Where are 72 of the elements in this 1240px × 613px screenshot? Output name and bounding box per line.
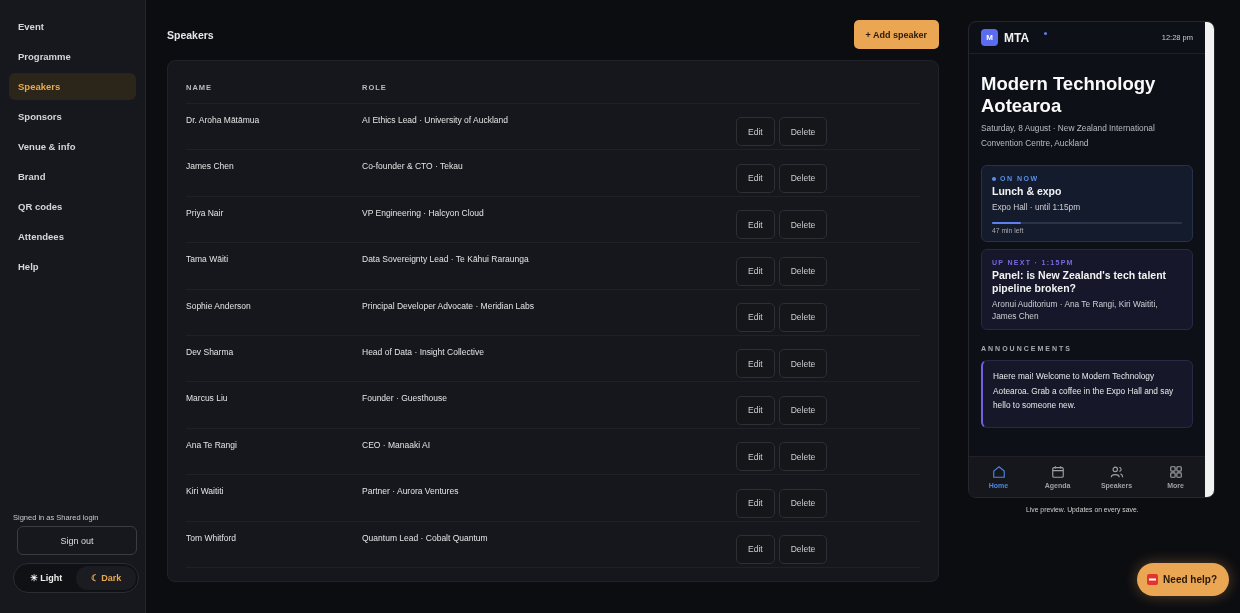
- calendar-icon: [1050, 465, 1065, 479]
- edit-button[interactable]: Edit: [736, 488, 775, 518]
- edit-button[interactable]: Edit: [736, 395, 775, 425]
- table-cell-text: Partner · Aurora Ventures: [362, 485, 460, 499]
- nav-item[interactable]: Help: [9, 253, 136, 280]
- grid-icon: [1168, 465, 1183, 479]
- table-cell-text: VP Engineering · Halcyon Cloud: [362, 206, 485, 220]
- table-cell-text: James Chen: [186, 160, 235, 174]
- delete-button[interactable]: Delete: [778, 302, 828, 332]
- page-title: Speakers: [167, 28, 214, 41]
- table-cell-text: Quantum Lead · Cobalt Quantum: [362, 531, 489, 545]
- live-dot: [992, 176, 996, 181]
- announcement-text: Haere mai! Welcome to Modern Technology Aotearoa. Grab a coffee in the Expo Hall and say hello to someone new.: [993, 370, 1175, 413]
- help-button[interactable]: Need help?: [1137, 563, 1229, 596]
- delete-button[interactable]: Delete: [778, 534, 828, 564]
- app-name: MTA: [1004, 30, 1030, 45]
- event-subtitle: Saturday, 8 August · New Zealand International Convention Centre, Auckland: [981, 122, 1156, 150]
- table-cell-text: Sophie Anderson: [186, 299, 252, 313]
- edit-button[interactable]: Edit: [736, 349, 775, 379]
- table-cell-text: Founder · Guesthouse: [362, 392, 449, 406]
- nav-item[interactable]: Programme: [9, 43, 136, 70]
- edit-button[interactable]: Edit: [736, 163, 775, 193]
- edit-button[interactable]: Edit: [736, 210, 775, 240]
- app-logo: M: [981, 29, 998, 46]
- sign-out-button[interactable]: Sign out: [17, 526, 137, 555]
- edit-button[interactable]: Edit: [736, 442, 775, 472]
- table-cell-text: Data Sovereignty Lead · Te Kāhui Raraunga: [362, 253, 530, 267]
- table-cell-text: Principal Developer Advocate · Meridian Labs: [362, 299, 535, 313]
- session-detail: Aronui Auditorium · Ana Te Rangi, Kiri Waititi, James Chen: [992, 298, 1159, 323]
- status-dot: [1044, 32, 1048, 35]
- home-icon: [991, 465, 1006, 479]
- session-title: Lunch & expo: [992, 185, 1063, 200]
- nav-item[interactable]: Speakers: [9, 73, 136, 100]
- edit-button[interactable]: Edit: [736, 256, 775, 286]
- nav-item[interactable]: Attendees: [9, 223, 136, 250]
- delete-button[interactable]: Delete: [778, 256, 828, 286]
- session-detail: Expo Hall · until 1:15pm: [992, 202, 1082, 214]
- session-title: Panel: is New Zealand's tech talent pipeline broken?: [992, 268, 1168, 296]
- table-cell-text: Tom Whitford: [186, 531, 238, 545]
- table-cell-text: Marcus Liu: [186, 392, 229, 406]
- table-cell-text: Co-founder & CTO · Tekau: [362, 160, 464, 174]
- delete-button[interactable]: Delete: [778, 349, 828, 379]
- nav-item[interactable]: Venue & info: [9, 133, 136, 160]
- table-cell-text: AI Ethics Lead · University of Auckland: [362, 114, 509, 127]
- edit-button[interactable]: Edit: [736, 302, 775, 332]
- delete-button[interactable]: Delete: [778, 210, 828, 240]
- delete-button[interactable]: Delete: [778, 117, 828, 147]
- edit-button[interactable]: Edit: [736, 534, 775, 564]
- delete-button[interactable]: Delete: [778, 163, 828, 193]
- delete-button[interactable]: Delete: [778, 442, 828, 472]
- delete-button[interactable]: Delete: [778, 395, 828, 425]
- sos-icon: [1147, 574, 1159, 585]
- table-cell-text: Head of Data · Insight Collective: [362, 345, 485, 359]
- table-cell-text: Dev Sharma: [186, 345, 235, 359]
- nav-item[interactable]: Brand: [9, 163, 136, 190]
- scrollbar[interactable]: [1205, 22, 1214, 497]
- nav-item[interactable]: Event: [9, 13, 136, 40]
- nav-item[interactable]: Sponsors: [9, 103, 136, 130]
- people-icon: [1109, 465, 1124, 479]
- table-cell-text: Kiri Waititi: [186, 485, 225, 499]
- table-cell-text: Ana Te Rangi: [186, 438, 238, 452]
- theme-option[interactable]: ☀ Light: [16, 566, 76, 590]
- theme-option[interactable]: ☾ Dark: [76, 566, 136, 590]
- table-cell-text: Dr. Aroha Mātāmua: [186, 114, 261, 127]
- table-cell-text: Tama Wāiti: [186, 253, 230, 267]
- add-speaker-button[interactable]: + Add speaker: [853, 20, 939, 49]
- table-cell-text: Priya Nair: [186, 206, 225, 220]
- edit-button[interactable]: Edit: [736, 117, 775, 147]
- event-title: Modern Technology Aotearoa: [981, 73, 1157, 118]
- table-cell-text: CEO · Manaaki AI: [362, 438, 432, 452]
- delete-button[interactable]: Delete: [778, 488, 828, 518]
- nav-item[interactable]: QR codes: [9, 193, 136, 220]
